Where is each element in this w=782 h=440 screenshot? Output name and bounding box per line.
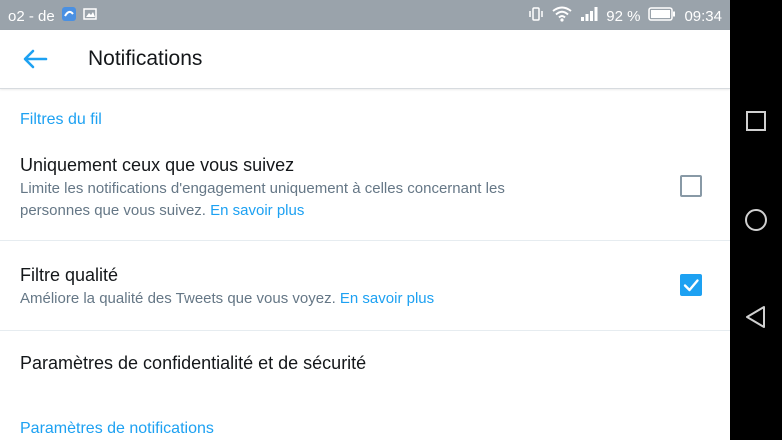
battery-icon xyxy=(648,7,676,25)
section-header-feed-filters: Filtres du fil xyxy=(20,111,102,128)
status-bar: o2 - de 92 % 09:34 xyxy=(0,0,730,30)
system-nav-bar xyxy=(730,0,782,440)
quality-filter-checkbox[interactable] xyxy=(680,274,702,296)
app-bar: Notifications xyxy=(0,30,730,89)
signal-icon xyxy=(580,6,598,26)
page-title: Notifications xyxy=(88,47,203,70)
setting-description: Limite les notifications d'engagement un… xyxy=(20,178,620,222)
image-notification-icon xyxy=(82,7,97,25)
clock: 09:34 xyxy=(684,7,722,25)
checkmark-icon xyxy=(683,279,699,292)
setting-description-line: Améliore la qualité des Tweets que vous … xyxy=(20,290,336,307)
back-button[interactable] xyxy=(20,46,50,72)
setting-row-privacy[interactable]: Paramètres de confidentialité et de sécu… xyxy=(0,331,730,397)
app-screen: o2 - de 92 % 09:34 Notifications Filtres… xyxy=(0,0,730,440)
section-header-notification-settings: Paramètres de notifications xyxy=(20,420,214,437)
setting-description: Améliore la qualité des Tweets que vous … xyxy=(20,288,620,310)
notification-app-icon xyxy=(61,6,77,26)
back-arrow-icon xyxy=(23,49,48,69)
square-icon xyxy=(746,111,766,131)
only-following-checkbox[interactable] xyxy=(680,175,702,197)
setting-title: Uniquement ceux que vous suivez xyxy=(20,155,295,175)
circle-icon xyxy=(745,209,767,231)
setting-title: Paramètres de confidentialité et de sécu… xyxy=(20,353,367,373)
vibrate-icon xyxy=(528,6,544,26)
setting-row-only-following[interactable]: Uniquement ceux que vous suivez Limite l… xyxy=(0,142,730,240)
setting-row-quality-filter[interactable]: Filtre qualité Améliore la qualité des T… xyxy=(0,241,730,330)
setting-description-line: personnes que vous suivez. xyxy=(20,202,206,219)
battery-percent: 92 % xyxy=(606,7,641,25)
home-button[interactable] xyxy=(743,207,769,233)
wifi-icon xyxy=(552,6,572,26)
learn-more-link[interactable]: En savoir plus xyxy=(340,290,434,307)
recents-button[interactable] xyxy=(743,108,769,134)
setting-description-line: Limite les notifications d'engagement un… xyxy=(20,180,505,197)
back-nav-button[interactable] xyxy=(743,304,769,330)
setting-title: Filtre qualité xyxy=(20,265,119,285)
learn-more-link[interactable]: En savoir plus xyxy=(210,202,304,219)
carrier-label: o2 - de xyxy=(8,7,55,25)
triangle-back-icon xyxy=(746,306,765,328)
